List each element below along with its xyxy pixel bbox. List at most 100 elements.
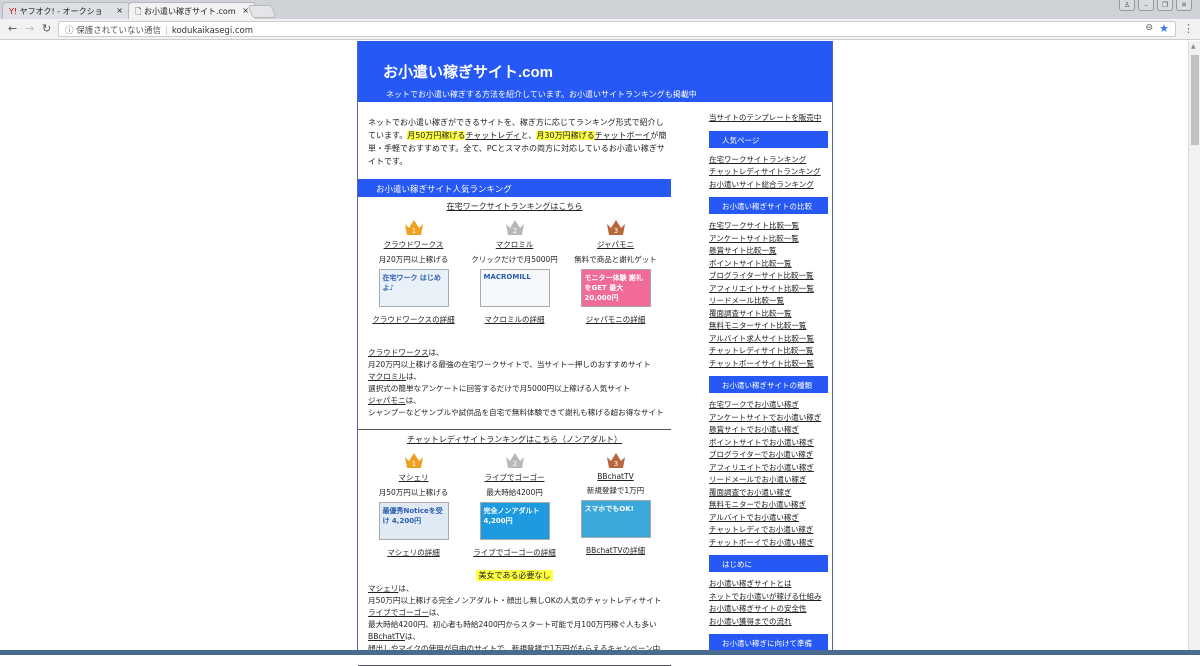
site-banner[interactable]: モニター体験 謝礼をGET 最大20,000円 xyxy=(580,269,651,307)
site-header: お小遣い稼ぎサイト.com ネットでお小遣い稼ぎする方法を紹介しています。お小遣… xyxy=(358,41,832,102)
sidebar-link[interactable]: 懸賞サイトでお小遣い稼ぎ xyxy=(709,424,828,437)
detail-link[interactable]: クラウドワークスの詳細 xyxy=(364,314,464,325)
address-bar[interactable]: ⓘ 保護されていない通信 | kodukaikasegi.com ⊖ ★ xyxy=(58,21,1176,37)
sidebar-link[interactable]: ネットでお小遣いが稼げる仕組み xyxy=(709,591,828,604)
description-text: シャンプーなどサンプルや試供品を自宅で無料体験できて謝礼も稼げる超お得なサイト xyxy=(368,408,664,417)
profile-icon[interactable]: ♙ xyxy=(1119,0,1135,11)
security-label: 保護されていない通信 xyxy=(76,26,161,36)
site-banner[interactable]: スマホでもOK! xyxy=(580,500,651,538)
sidebar-link[interactable]: チャットレディサイト比較一覧 xyxy=(709,345,828,358)
chat-boy-link[interactable]: チャットボーイ xyxy=(595,131,651,140)
chat-lady-link[interactable]: チャットレディ xyxy=(465,131,520,140)
sidebar-link[interactable]: お小遣いサイト総合ランキング xyxy=(709,179,828,192)
site-name-link[interactable]: ライブでゴーゴー xyxy=(465,472,565,483)
description-text: 月50万円以上稼げる完全ノンアダルト・顔出し無しOKの人気のチャットレディサイト xyxy=(368,596,662,605)
detail-link[interactable]: BBchatTVの詳細 xyxy=(566,545,666,556)
site-name-link[interactable]: マクロミル xyxy=(465,239,565,250)
sidebar-link[interactable]: チャットボーイサイト比較一覧 xyxy=(709,358,828,371)
taskbar xyxy=(0,650,1200,655)
sidebar: 当サイトのテンプレートを販売中 人気ページ在宅ワークサイトランキング チャットレデ… xyxy=(709,102,828,657)
info-icon[interactable]: ⓘ xyxy=(65,26,74,36)
description-item: マシェリは、 月50万円以上稼げる完全ノンアダルト・顔出し無しOKの人気のチャット… xyxy=(368,583,671,607)
chat-ranking-link[interactable]: チャットレディサイトランキングはこちら（ノンアダルト） xyxy=(407,435,622,444)
site-banner[interactable]: 完全ノンアダルト 4,200円 xyxy=(479,502,550,540)
work-ranking-list: 1 クラウドワークス 月20万円以上稼げる 在宅ワーク はじめよ♪ クラウドワー… xyxy=(358,218,671,325)
sidebar-link[interactable]: お小遣い稼ぎサイトの安全性 xyxy=(709,603,828,616)
sidebar-link[interactable]: アフィリエイトでお小遣い稼ぎ xyxy=(709,462,828,475)
sidebar-link[interactable]: チャットボーイでお小遣い稼ぎ xyxy=(709,537,828,550)
sidebar-link[interactable]: リードメールでお小遣い稼ぎ xyxy=(709,474,828,487)
forward-icon[interactable]: → xyxy=(25,22,34,35)
detail-link[interactable]: マクロミルの詳細 xyxy=(465,314,565,325)
highlight-text: 月30万円稼げる xyxy=(536,131,595,140)
sidebar-link[interactable]: チャットレディでお小遣い稼ぎ xyxy=(709,524,828,537)
page-favicon-icon: 🗋 xyxy=(135,7,142,16)
sidebar-link[interactable]: リードメール比較一覧 xyxy=(709,295,828,308)
sidebar-link[interactable]: ポイントサイト比較一覧 xyxy=(709,258,828,271)
site-name-link[interactable]: BBchatTV xyxy=(566,472,666,481)
sidebar-link[interactable]: チャットレディサイトランキング xyxy=(709,166,828,179)
site-name-link[interactable]: マシェリ xyxy=(364,472,464,483)
work-ranking-link[interactable]: 在宅ワークサイトランキングはこちら xyxy=(447,202,583,211)
sidebar-link[interactable]: 覆面調査でお小遣い稼ぎ xyxy=(709,487,828,500)
detail-link[interactable]: ライブでゴーゴーの詳細 xyxy=(465,547,565,558)
site-link[interactable]: BBchatTV xyxy=(368,632,405,641)
rank-number: 1 xyxy=(411,227,415,235)
new-tab-button[interactable] xyxy=(247,5,277,18)
sidebar-link[interactable]: ポイントサイトでお小遣い稼ぎ xyxy=(709,437,828,450)
site-tagline: 最大時給4200円 xyxy=(486,488,543,497)
site-banner[interactable]: 最優秀Noticeを受け 4,200円 xyxy=(378,502,449,540)
scroll-up-icon[interactable]: ▲ xyxy=(1191,43,1196,50)
sidebar-link[interactable]: アンケートサイトでお小遣い稼ぎ xyxy=(709,412,828,425)
minimize-button[interactable]: – xyxy=(1138,0,1154,11)
sidebar-link[interactable]: ブログライターサイト比較一覧 xyxy=(709,270,828,283)
template-sale-link[interactable]: 当サイトのテンプレートを販売中 xyxy=(709,112,828,125)
detail-link[interactable]: マシェリの詳細 xyxy=(364,547,464,558)
site-title[interactable]: お小遣い稼ぎサイト.com xyxy=(383,61,553,82)
sidebar-link[interactable]: 覆面調査サイト比較一覧 xyxy=(709,308,828,321)
tab-title: ヤフオク! - オークショ xyxy=(19,7,103,16)
tab-kodukai[interactable]: 🗋 お小遣い稼ぎサイト.com × xyxy=(128,2,256,19)
sidebar-link[interactable]: お小遣い稼ぎサイトとは xyxy=(709,578,828,591)
description-item: クラウドワークスは、 月20万円以上稼げる最強の在宅ワークサイトで、当サイト一押し… xyxy=(368,347,671,371)
site-banner[interactable]: 在宅ワーク はじめよ♪ xyxy=(378,269,449,307)
reload-icon[interactable]: ↻ xyxy=(42,22,51,35)
crown-rank-icon: 2 xyxy=(505,220,524,235)
tab-yahoo-auction[interactable]: Y! ヤフオク! - オークショ × xyxy=(2,2,130,19)
site-link[interactable]: ジャパモニ xyxy=(368,396,406,405)
url-text[interactable]: kodukaikasegi.com xyxy=(172,26,253,36)
sidebar-link[interactable]: アルバイトでお小遣い稼ぎ xyxy=(709,512,828,525)
sidebar-link[interactable]: 在宅ワークサイトランキング xyxy=(709,154,828,167)
restore-button[interactable]: ❐ xyxy=(1157,0,1173,11)
sidebar-link[interactable]: アフィリエイトサイト比較一覧 xyxy=(709,283,828,296)
sidebar-link[interactable]: 無料モニターでお小遣い稼ぎ xyxy=(709,499,828,512)
zoom-icon[interactable]: ⊖ xyxy=(1145,23,1153,33)
site-link[interactable]: マシェリ xyxy=(368,584,398,593)
site-banner[interactable]: MACROMILL xyxy=(479,269,550,307)
sidebar-link[interactable]: アルバイト求人サイト比較一覧 xyxy=(709,333,828,346)
sidebar-link[interactable]: お小遣い獲得までの流れ xyxy=(709,616,828,629)
sidebar-link[interactable]: 懸賞サイト比較一覧 xyxy=(709,245,828,258)
site-link[interactable]: マクロミル xyxy=(368,372,406,381)
sidebar-link[interactable]: アンケートサイト比較一覧 xyxy=(709,233,828,246)
back-icon[interactable]: ← xyxy=(8,22,17,35)
sidebar-heading: 人気ページ xyxy=(709,130,828,148)
site-name-link[interactable]: クラウドワークス xyxy=(364,239,464,250)
site-name-link[interactable]: ジャパモニ xyxy=(566,239,666,250)
highlight-badge: 美女である必要なし xyxy=(475,570,554,581)
sidebar-link[interactable]: 在宅ワークサイト比較一覧 xyxy=(709,220,828,233)
sidebar-link[interactable]: ブログライターでお小遣い稼ぎ xyxy=(709,449,828,462)
rank-number: 1 xyxy=(411,460,415,468)
menu-icon[interactable]: ⋮ xyxy=(1183,22,1194,35)
sidebar-link[interactable]: 在宅ワークでお小遣い稼ぎ xyxy=(709,399,828,412)
scrollbar[interactable]: ▲ xyxy=(1188,41,1200,650)
site-link[interactable]: ライブでゴーゴー xyxy=(368,608,429,617)
scrollbar-thumb[interactable] xyxy=(1191,55,1199,145)
close-tab-icon[interactable]: × xyxy=(116,6,123,15)
crown-rank-icon: 1 xyxy=(404,453,423,468)
site-link[interactable]: クラウドワークス xyxy=(368,348,429,357)
detail-link[interactable]: ジャパモニの詳細 xyxy=(566,314,666,325)
sidebar-link[interactable]: 無料モニターサイト比較一覧 xyxy=(709,320,828,333)
bookmark-star-icon[interactable]: ★ xyxy=(1159,22,1169,35)
close-window-button[interactable]: ✕ xyxy=(1176,0,1192,11)
